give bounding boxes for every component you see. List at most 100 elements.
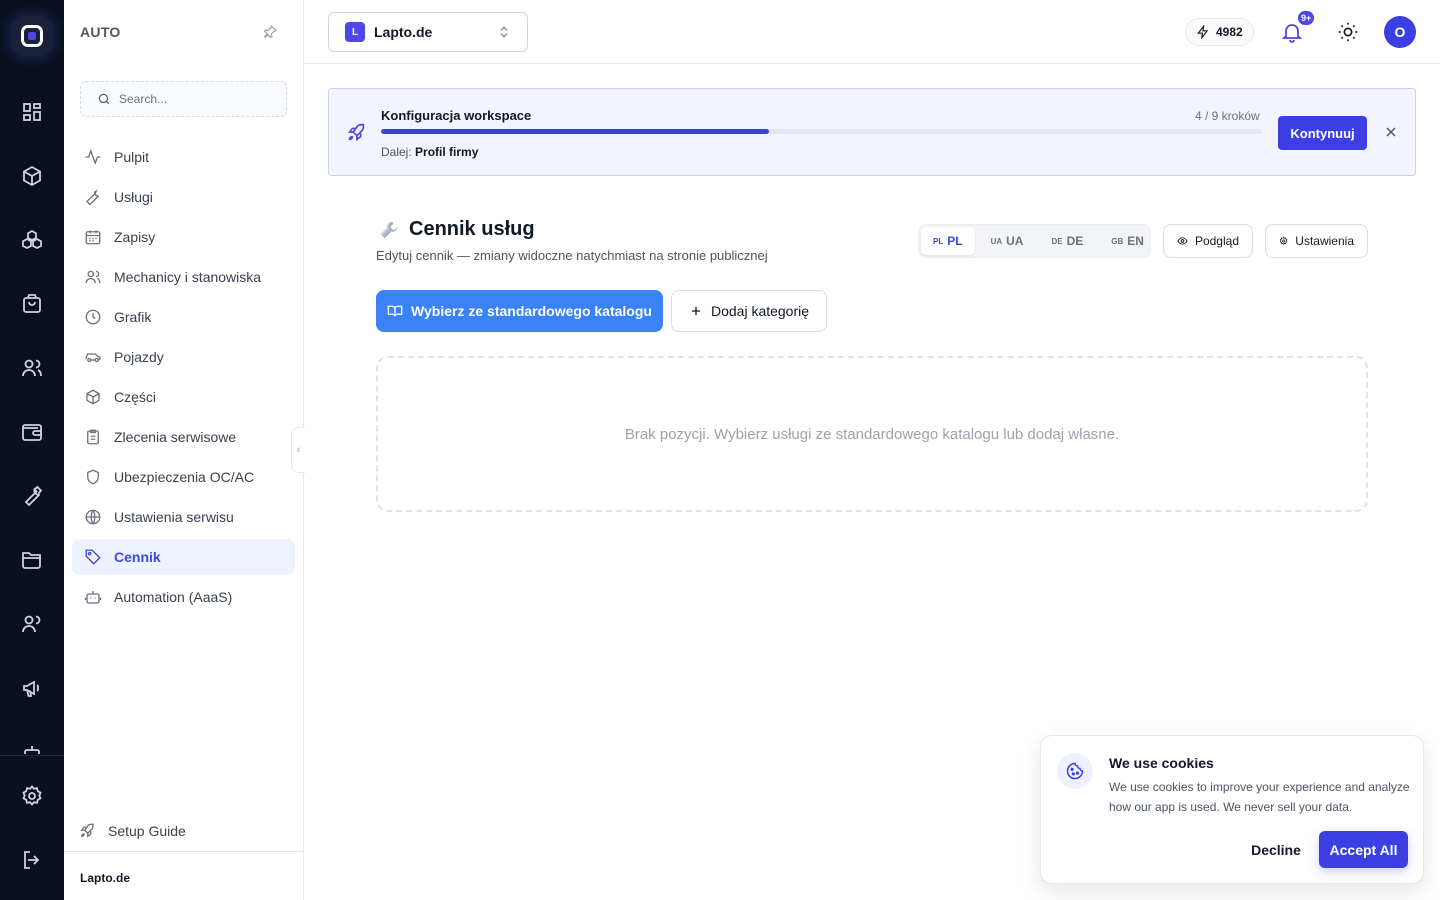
choose-catalog-button[interactable]: Wybierz ze standardowego katalogu [376,290,663,332]
dashboard-icon[interactable] [20,100,44,124]
close-icon[interactable] [1383,124,1399,140]
modules-icon[interactable] [20,228,44,252]
topbar: L Lapto.de 4982 9+ O [304,0,1440,64]
avatar[interactable]: O [1384,16,1416,48]
sidebar-item-label: Zapisy [114,229,156,245]
sidebar-item-ustawienia-serwisu[interactable]: Ustawienia serwisu [72,499,295,535]
setup-guide-link[interactable]: Setup Guide [78,822,186,840]
cookie-icon [1057,753,1093,789]
rail-divider [0,755,64,756]
sidebar-item-label: Automation (AaaS) [114,589,233,605]
cookie-banner: We use cookies We use cookies to improve… [1040,735,1424,884]
sidebar-item-grafik[interactable]: Grafik [72,299,295,335]
activity-icon [85,149,101,165]
add-category-button[interactable]: Dodaj kategorię [671,290,827,332]
lang-label: EN [1127,234,1144,248]
clock-icon [85,309,101,325]
collapse-sidebar-button[interactable]: ‹ [291,427,305,473]
logout-icon[interactable] [20,848,44,872]
rocket-icon [345,122,367,144]
preview-button[interactable]: Podgląd [1163,224,1253,258]
lang-code: GB [1111,236,1124,246]
workspace-badge: L [345,22,365,42]
shopping-bag-icon[interactable] [20,292,44,316]
sidebar-item-zapisy[interactable]: Zapisy [72,219,295,255]
cookie-text: We use cookies to improve your experienc… [1109,780,1410,814]
credits-badge[interactable]: 4982 [1185,18,1254,46]
users-icon[interactable] [20,356,44,380]
shield-icon [87,469,99,485]
sidebar-item-label: Zlecenia serwisowe [114,429,237,445]
lightning-icon [1197,25,1209,39]
choose-catalog-label: Wybierz ze standardowego katalogu [411,303,652,319]
calendar-icon [85,230,101,245]
preview-label: Podgląd [1194,234,1239,248]
settings-button[interactable]: Ustawienia [1265,224,1368,258]
sidebar-item-zlecenia[interactable]: Zlecenia serwisowe [72,419,295,455]
banner-steps: 4 / 9 kroków [1195,109,1260,123]
wrench-emoji-icon [378,219,400,241]
box-icon[interactable] [20,164,44,188]
sidebar-item-cennik[interactable]: Cennik [72,539,295,575]
lang-tab-en[interactable]: GB EN [1099,227,1156,255]
sun-icon[interactable] [1337,21,1359,43]
package-icon [86,389,100,405]
megaphone-icon[interactable] [20,676,44,700]
empty-state-text: Brak pozycji. Wybierz usługi ze standard… [624,425,1120,443]
chevron-left-icon: ‹ [296,444,301,456]
sidebar-item-czesci[interactable]: Części [72,379,295,415]
sidebar-item-pojazdy[interactable]: Pojazdy [72,339,295,375]
sidebar-item-automation[interactable]: Automation (AaaS) [72,579,295,615]
app-logo[interactable] [12,16,52,56]
sidebar-item-mechanicy[interactable]: Mechanicy i stanowiska [72,259,295,295]
settings-icon [1279,236,1288,245]
settings-label: Ustawienia [1295,234,1354,248]
decline-button[interactable]: Decline [1241,832,1311,868]
lang-tab-ua[interactable]: UA UA [979,227,1036,255]
sidebar-search[interactable] [80,81,287,117]
plus-icon [691,306,701,316]
lang-tab-de[interactable]: DE DE [1039,227,1095,255]
accept-all-button[interactable]: Accept All [1319,831,1408,868]
pin-icon[interactable] [262,24,278,40]
notification-badge: 9+ [1297,10,1316,26]
folder-icon[interactable] [20,548,44,572]
setup-progress-bar [381,129,1262,134]
eye-icon [1177,237,1188,245]
cookie-title: We use cookies [1109,755,1214,771]
footer-workspace-name: Lapto.de [80,871,130,885]
sidebar-section-title: AUTO [80,24,121,40]
search-input[interactable] [119,92,269,106]
continue-button[interactable]: Kontynuuj [1278,116,1367,150]
team-icon[interactable] [20,612,44,636]
sidebar-item-ubezpieczenia[interactable]: Ubezpieczenia OC/AC [72,459,295,495]
wallet-icon[interactable] [20,420,44,444]
search-icon [98,93,110,105]
sidebar-item-label: Mechanicy i stanowiska [114,269,262,285]
setup-banner: Konfiguracja workspace 4 / 9 kroków Dale… [328,88,1416,176]
sidebar-item-pulpit[interactable]: Pulpit [72,139,295,175]
progress-fill [381,129,769,134]
wrench-icon [86,189,100,206]
tag-icon [85,549,101,565]
bot-icon[interactable] [20,742,44,754]
sidebar-item-label: Ustawienia serwisu [114,509,234,525]
sidebar-item-uslugi[interactable]: Usługi [72,179,295,215]
clipboard-icon [87,429,99,445]
sidebar-item-label: Cennik [114,549,161,565]
banner-next-step: Dalej: Profil firmy [381,145,478,159]
lang-tab-pl[interactable]: PL PL [921,227,975,255]
workspace-switcher[interactable]: L Lapto.de [328,12,528,52]
add-category-label: Dodaj kategorię [710,303,810,319]
icon-rail [0,0,64,900]
sidebar: AUTO Pulpit Usługi Zapisy Mechanicy i st… [64,0,304,900]
sidebar-nav: Pulpit Usługi Zapisy Mechanicy i stanowi… [72,139,295,619]
lang-code: UA [990,236,1003,246]
banner-title: Konfiguracja workspace [381,108,532,123]
settings-icon[interactable] [20,784,44,808]
sidebar-footer: Lapto.de [64,851,303,900]
page-title: Cennik usług [409,218,535,240]
wrench-icon[interactable] [20,484,44,508]
car-icon [85,353,101,363]
rocket-icon [80,823,94,838]
